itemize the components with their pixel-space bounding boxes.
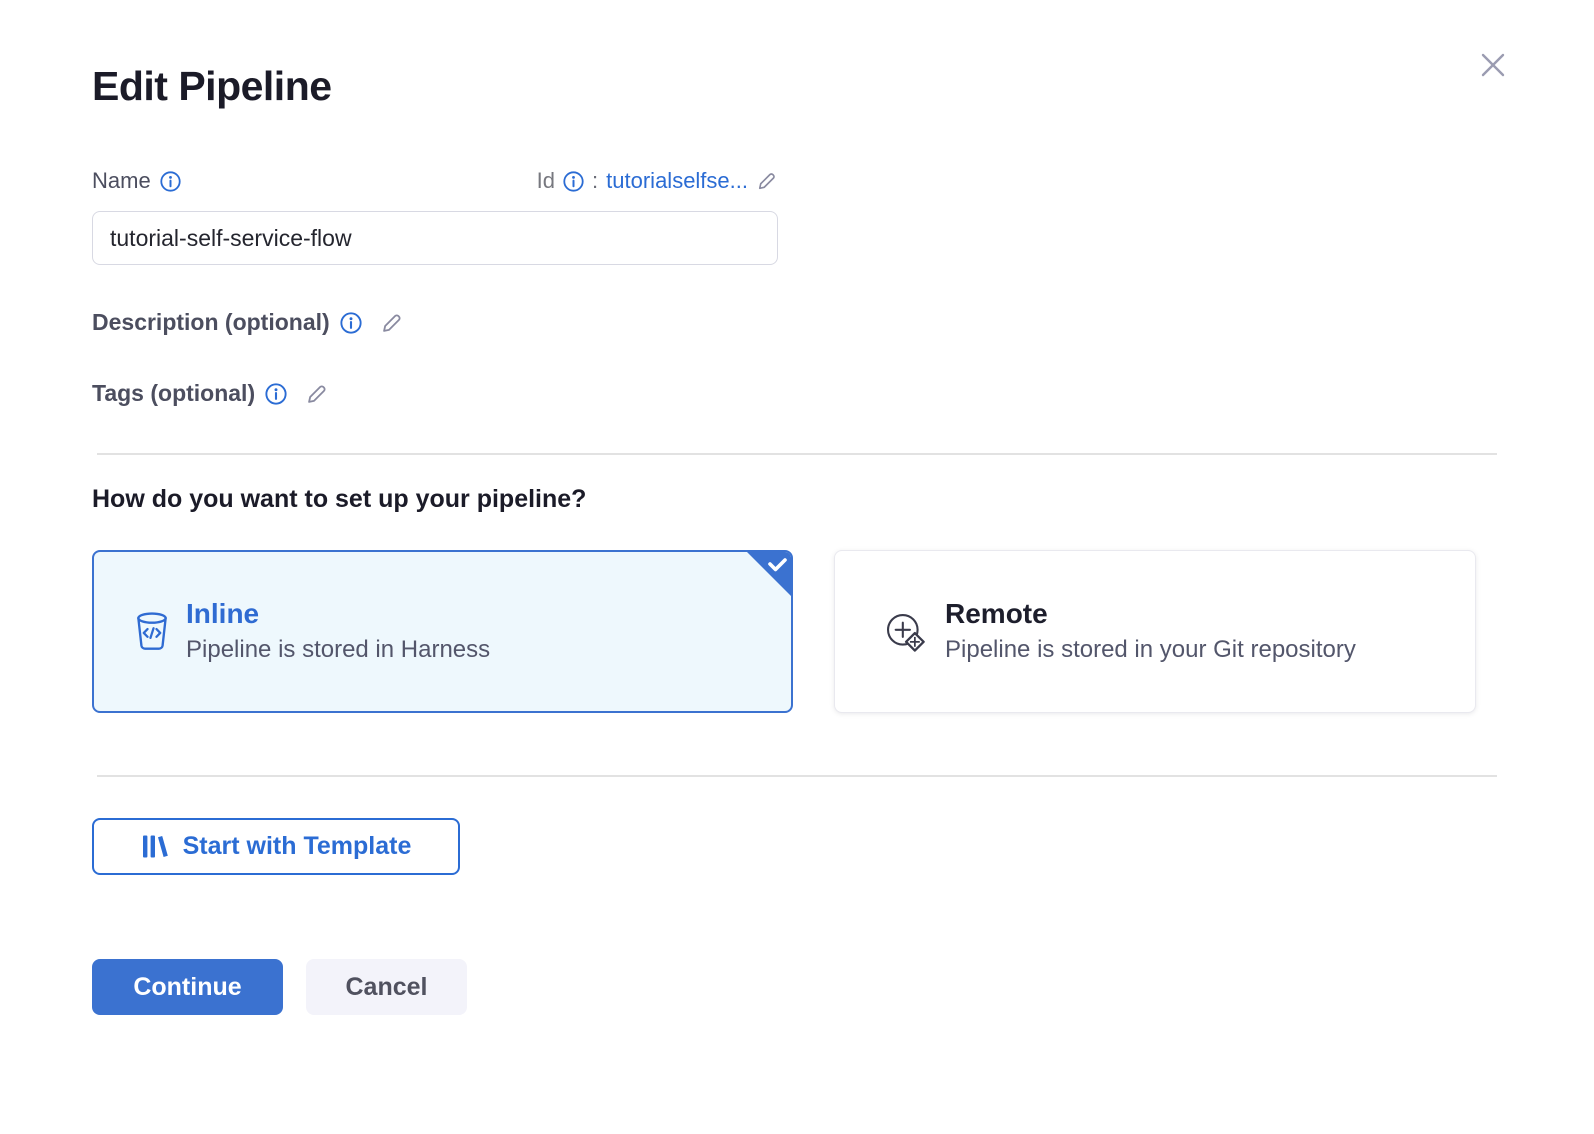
store-type-cards: Inline Pipeline is stored in Harness bbox=[92, 550, 1502, 713]
remote-git-repo-icon bbox=[882, 609, 928, 655]
tags-row: Tags (optional) bbox=[92, 380, 1502, 407]
id-label: Id bbox=[537, 168, 555, 194]
description-row: Description (optional) bbox=[92, 309, 1502, 336]
start-with-template-label: Start with Template bbox=[183, 832, 412, 861]
selected-check-badge bbox=[744, 551, 792, 599]
modal-actions: Continue Cancel bbox=[92, 959, 1502, 1015]
divider bbox=[97, 453, 1497, 455]
tags-label: Tags (optional) bbox=[92, 380, 255, 407]
page-title: Edit Pipeline bbox=[92, 63, 1502, 110]
edit-description-pencil-icon[interactable] bbox=[380, 311, 404, 335]
description-label: Description (optional) bbox=[92, 309, 330, 336]
inline-card-description: Pipeline is stored in Harness bbox=[186, 636, 490, 664]
name-label: Name bbox=[92, 168, 151, 194]
id-group: Id : tutorialselfse... bbox=[537, 168, 778, 194]
inline-option-card[interactable]: Inline Pipeline is stored in Harness bbox=[92, 550, 793, 713]
description-info-icon[interactable] bbox=[340, 312, 362, 334]
close-icon[interactable] bbox=[1476, 48, 1510, 82]
close-x-glyph bbox=[1476, 48, 1510, 82]
remote-card-texts: Remote Pipeline is stored in your Git re… bbox=[945, 599, 1356, 665]
inline-card-texts: Inline Pipeline is stored in Harness bbox=[186, 599, 490, 665]
name-label-group: Name bbox=[92, 168, 181, 194]
inline-card-title: Inline bbox=[186, 599, 490, 630]
edit-tags-pencil-icon[interactable] bbox=[305, 382, 329, 406]
template-library-icon bbox=[141, 833, 171, 860]
id-colon: : bbox=[592, 168, 598, 194]
edit-pipeline-modal: Edit Pipeline Name Id : tut bbox=[0, 0, 1594, 1134]
divider bbox=[97, 775, 1497, 777]
name-info-icon[interactable] bbox=[160, 171, 181, 192]
pipeline-name-input[interactable] bbox=[92, 211, 778, 265]
remote-option-card[interactable]: Remote Pipeline is stored in your Git re… bbox=[834, 550, 1476, 713]
id-info-icon[interactable] bbox=[563, 171, 584, 192]
tags-info-icon[interactable] bbox=[265, 383, 287, 405]
start-with-template-button[interactable]: Start with Template bbox=[92, 818, 460, 875]
remote-card-title: Remote bbox=[945, 599, 1356, 630]
continue-button[interactable]: Continue bbox=[92, 959, 283, 1015]
pipeline-id-link[interactable]: tutorialselfse... bbox=[606, 168, 748, 194]
edit-id-pencil-icon[interactable] bbox=[756, 170, 778, 192]
name-id-row: Name Id : tutorialselfse... bbox=[92, 168, 778, 194]
remote-card-description: Pipeline is stored in your Git repositor… bbox=[945, 636, 1356, 664]
cancel-button[interactable]: Cancel bbox=[306, 959, 467, 1015]
inline-harness-store-icon bbox=[135, 612, 169, 652]
setup-question: How do you want to set up your pipeline? bbox=[92, 485, 1502, 514]
